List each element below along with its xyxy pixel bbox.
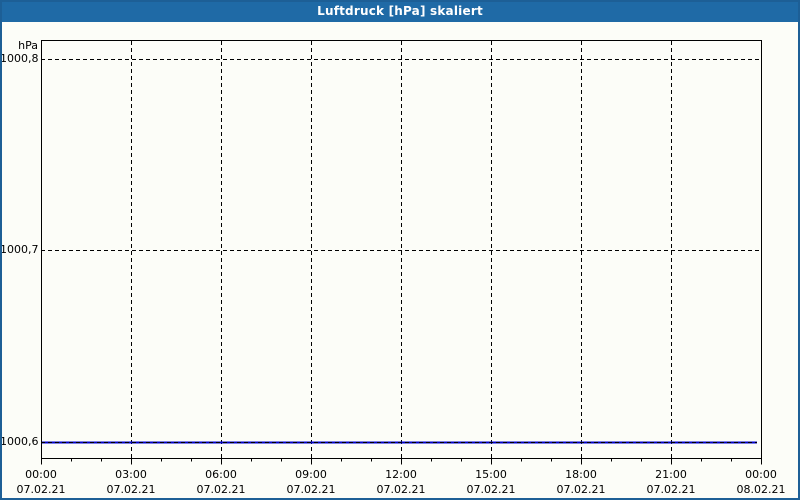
window-titlebar[interactable]: Luftdruck [hPa] skaliert xyxy=(0,0,800,22)
plot-area[interactable] xyxy=(0,0,800,500)
window-title: Luftdruck [hPa] skaliert xyxy=(317,4,483,18)
chart-window: Luftdruck [hPa] skaliert hPa 1000,8 1000,… xyxy=(0,0,800,500)
